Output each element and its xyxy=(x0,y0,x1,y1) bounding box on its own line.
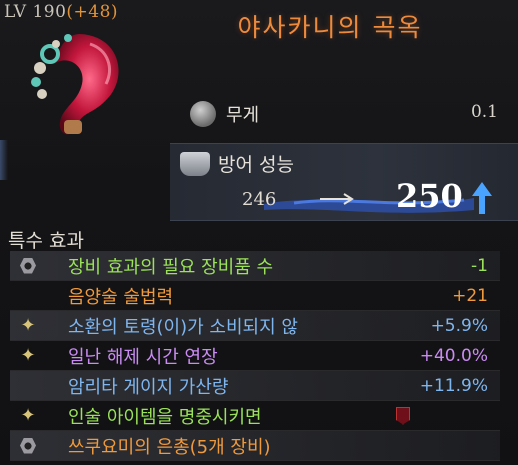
hex-set-icon xyxy=(10,431,46,461)
effect-row: 음양술 술법력 +21 xyxy=(10,281,500,311)
weight-icon xyxy=(190,101,216,127)
level-value: LV 190 xyxy=(4,2,67,22)
weight-row: 무게 0.1 xyxy=(186,98,506,130)
arrow-right-icon xyxy=(320,193,354,205)
effect-label: 인술 아이템을 명중시키면 xyxy=(68,406,262,428)
effect-value: -1 xyxy=(471,255,488,276)
sparkle-icon: ✦ xyxy=(20,344,36,366)
item-name: 야사카니의 곡옥 xyxy=(237,13,423,42)
item-level: LV 190(+48) xyxy=(4,2,118,22)
effect-row: ✦ 일난 해제 시간 연장 +40.0% xyxy=(10,341,500,371)
effect-row: 암리타 게이지 가산량 +11.9% xyxy=(10,371,500,401)
effect-label: 음양술 술법력 xyxy=(68,286,174,308)
effect-row: 쓰쿠요미의 은총(5개 장비) xyxy=(10,431,500,461)
arrow-up-icon xyxy=(472,182,492,214)
magatama-item-icon xyxy=(31,34,119,135)
hex-gear-icon xyxy=(10,251,46,281)
effect-label: 쓰쿠요미의 은총(5개 장비) xyxy=(68,436,271,458)
panel-edge-accent xyxy=(0,140,8,180)
effect-value: +40.0% xyxy=(419,345,488,366)
defense-old-value: 246 xyxy=(242,189,277,210)
level-bonus: (+48) xyxy=(66,2,119,22)
effect-label: 소환의 토령(이)가 소비되지 않 xyxy=(68,316,298,338)
defense-label: 방어 성능 xyxy=(218,154,294,176)
shinobi-badge-icon xyxy=(396,406,410,425)
armor-icon xyxy=(180,152,210,176)
item-tooltip-panel: LV 190(+48) 야사카니의 곡옥 무게 0.1 방어 성능 246 25… xyxy=(0,0,518,465)
defense-new-value: 250 xyxy=(396,177,463,215)
sparkle-icon: ✦ xyxy=(20,404,36,426)
effect-row: ✦ 인술 아이템을 명중시키면 xyxy=(10,401,500,431)
special-effects-title: 특수 효과 xyxy=(8,230,84,252)
sparkle-icon: ✦ xyxy=(20,314,36,336)
effect-row: ✦ 소환의 토령(이)가 소비되지 않 +5.9% xyxy=(10,311,500,341)
effect-value: +11.9% xyxy=(419,375,488,396)
effect-row: 장비 효과의 필요 장비품 수 -1 xyxy=(10,251,500,281)
effect-label: 장비 효과의 필요 장비품 수 xyxy=(68,256,274,278)
weight-value: 0.1 xyxy=(470,102,498,122)
effect-value: +21 xyxy=(452,285,488,306)
effect-icon-empty xyxy=(10,281,46,311)
special-effects-list: 장비 효과의 필요 장비품 수 -1 음양술 술법력 +21 ✦ 소환의 토령(이)가 소… xyxy=(10,251,500,461)
weight-label: 무게 xyxy=(226,105,260,126)
effect-label: 일난 해제 시간 연장 xyxy=(68,346,218,368)
effect-value: +5.9% xyxy=(430,315,488,336)
defense-stat-box: 방어 성능 246 250 xyxy=(170,143,518,221)
effect-icon-empty xyxy=(10,371,46,401)
effect-label: 암리타 게이지 가산량 xyxy=(68,376,229,398)
